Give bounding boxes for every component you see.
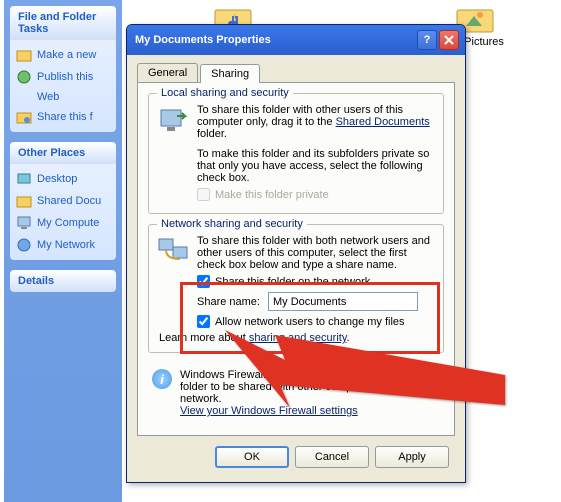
group-local-legend: Local sharing and security (157, 87, 293, 99)
checkbox-allow-change-row: Allow network users to change my files (197, 315, 435, 328)
globe-icon (16, 69, 32, 85)
dialog-titlebar[interactable]: My Documents Properties ? (127, 25, 465, 55)
tab-row: General Sharing (137, 63, 455, 82)
share-name-label: Share name: (197, 296, 260, 308)
share-name-input[interactable] (268, 292, 418, 311)
network-text1: To share this folder with both network u… (197, 235, 430, 271)
close-icon (444, 35, 454, 45)
cancel-button[interactable]: Cancel (295, 446, 369, 468)
task-publish-web: Web (16, 88, 110, 106)
ok-button[interactable]: OK (215, 446, 289, 468)
apply-button[interactable]: Apply (375, 446, 449, 468)
shared-documents-link[interactable]: Shared Documents (336, 116, 430, 128)
info-icon: i (152, 369, 172, 389)
desktop-icon (16, 171, 32, 187)
task-label: Web (37, 91, 59, 103)
task-publish[interactable]: Publish this (16, 66, 110, 88)
firewall-text: Windows Firewall will be configured to a… (180, 369, 440, 405)
task-header-places[interactable]: Other Places (10, 142, 116, 164)
task-label: Publish this (37, 71, 93, 83)
place-label: My Compute (37, 217, 99, 229)
local-share-icon (157, 104, 189, 136)
task-group-file: File and Folder Tasks Make a new Publish… (10, 6, 116, 132)
explorer-task-pane: File and Folder Tasks Make a new Publish… (4, 0, 122, 502)
place-my-computer[interactable]: My Compute (16, 212, 110, 234)
tab-general[interactable]: General (137, 63, 198, 82)
tab-sharing[interactable]: Sharing (200, 64, 260, 83)
place-desktop[interactable]: Desktop (16, 168, 110, 190)
place-my-network[interactable]: My Network (16, 234, 110, 256)
dialog-title: My Documents Properties (135, 34, 271, 46)
task-new-folder[interactable]: Make a new (16, 44, 110, 66)
checkbox-allow-change[interactable] (197, 315, 210, 328)
folder-icon (16, 193, 32, 209)
checkbox-make-private (197, 188, 210, 201)
computer-icon (16, 215, 32, 231)
checkbox-share-label: Share this folder on the network (215, 276, 370, 288)
titlebar-help-button[interactable]: ? (417, 30, 437, 50)
learn-more-link[interactable]: sharing and security (249, 332, 347, 344)
task-group-details: Details (10, 270, 116, 292)
task-header-file[interactable]: File and Folder Tasks (10, 6, 116, 40)
checkbox-private-label: Make this folder private (215, 189, 329, 201)
task-share[interactable]: Share this f (16, 106, 110, 128)
local-text1b: folder. (197, 128, 227, 140)
properties-dialog: My Documents Properties ? General Sharin… (126, 24, 466, 483)
share-folder-icon (16, 109, 32, 125)
checkbox-allow-label: Allow network users to change my files (215, 316, 405, 328)
checkbox-make-private-row: Make this folder private (197, 188, 435, 201)
task-label: Share this f (37, 111, 93, 123)
tab-content-sharing: Local sharing and security To share this… (137, 82, 455, 436)
dialog-button-row: OK Cancel Apply (137, 436, 455, 472)
place-label: My Network (37, 239, 95, 251)
share-name-row: Share name: (197, 292, 435, 311)
task-label: Make a new (37, 49, 96, 61)
group-local-sharing: Local sharing and security To share this… (148, 93, 444, 214)
task-header-details[interactable]: Details (10, 270, 116, 292)
checkbox-share-network-row: Share this folder on the network (197, 275, 435, 288)
firewall-settings-link[interactable]: View your Windows Firewall settings (180, 405, 358, 417)
network-icon (16, 237, 32, 253)
local-text2: To make this folder and its subfolders p… (197, 148, 429, 184)
group-network-legend: Network sharing and security (157, 218, 307, 230)
network-share-icon (157, 235, 189, 267)
place-label: Shared Docu (37, 195, 101, 207)
place-label: Desktop (37, 173, 77, 185)
folder-new-icon (16, 47, 32, 63)
firewall-info: i Windows Firewall will be configured to… (148, 363, 444, 423)
group-network-sharing: Network sharing and security To share th… (148, 224, 444, 353)
learn-more-text: Learn more about (159, 332, 249, 344)
checkbox-share-network[interactable] (197, 275, 210, 288)
place-shared-docs[interactable]: Shared Docu (16, 190, 110, 212)
task-group-places: Other Places Desktop Shared Docu My Comp… (10, 142, 116, 260)
titlebar-close-button[interactable] (439, 30, 459, 50)
